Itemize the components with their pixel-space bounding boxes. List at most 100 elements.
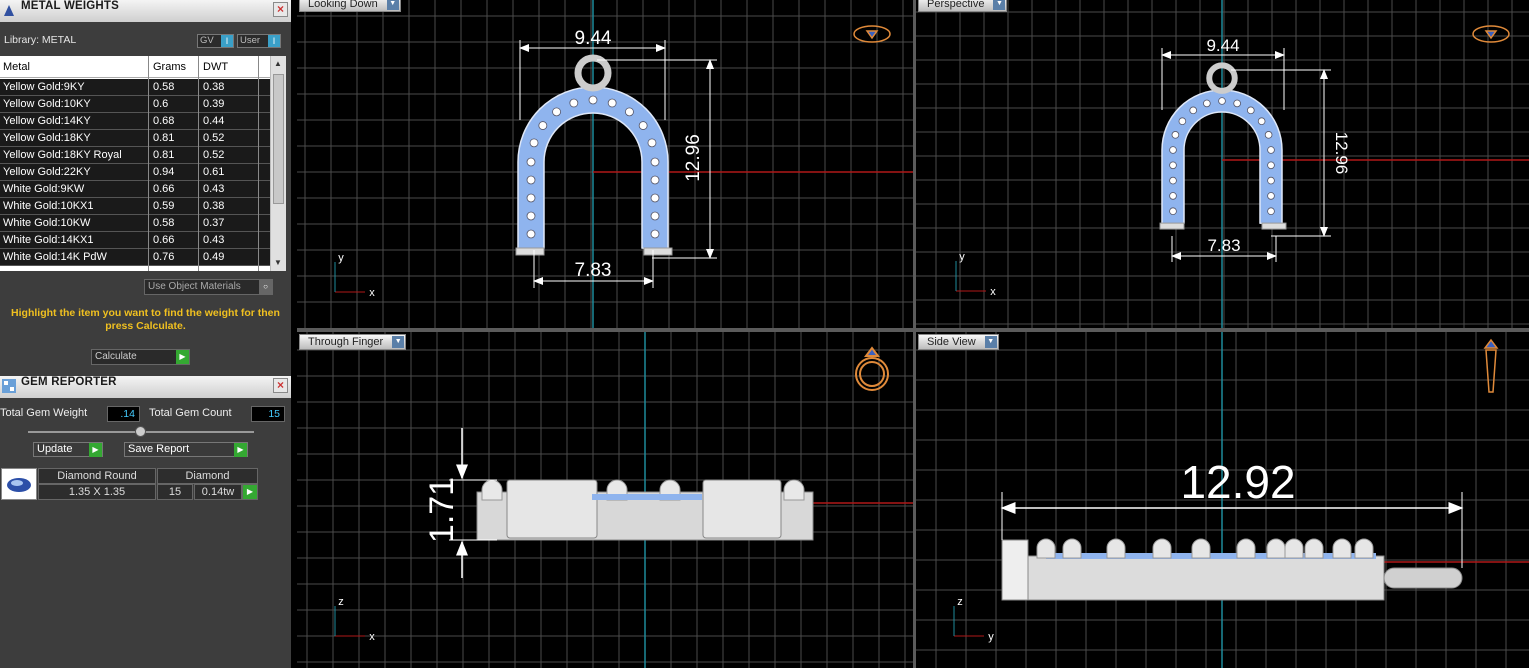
metal-cell-metal: Yellow Gold:9KY — [3, 81, 85, 93]
metal-row[interactable]: Yellow Gold:18KY 0.81 0.52 — [0, 130, 270, 147]
metal-cell-metal: White Gold:14KX1 — [3, 234, 94, 246]
gem-thumbnail[interactable] — [1, 468, 37, 500]
metal-cell-grams: 0.68 — [153, 115, 175, 127]
metal-weights-header: METAL WEIGHTS × — [0, 0, 291, 22]
metal-row[interactable]: Yellow Gold:10KY 0.6 0.39 — [0, 96, 270, 113]
calculate-label: Calculate — [95, 351, 137, 362]
scroll-up-icon[interactable]: ▲ — [274, 59, 282, 68]
dropdown-icon: ▼ — [993, 0, 1006, 10]
axis-label-x: x — [369, 631, 375, 643]
play-icon: ▶ — [89, 443, 102, 457]
col-grams[interactable]: Grams — [153, 61, 186, 73]
metal-row[interactable]: Yellow Gold:9KY 0.58 0.38 — [0, 79, 270, 96]
viewport-side-view[interactable]: 12.92 y z Side View ▼ — [916, 332, 1529, 668]
dimension-width-text: 9.44 — [1206, 36, 1239, 55]
viewport-label: Through Finger — [308, 336, 384, 348]
metal-row[interactable]: White Gold:14K PdW 0.76 0.49 — [0, 249, 270, 266]
gem-slider-handle[interactable] — [135, 426, 146, 437]
close-icon[interactable]: × — [273, 2, 288, 17]
viewport-menu-perspective[interactable]: Perspective ▼ — [918, 0, 1008, 12]
metal-cell-grams: 0.6 — [153, 98, 169, 110]
scroll-down-icon[interactable]: ▼ — [274, 258, 282, 267]
total-gem-count-label: Total Gem Count — [149, 407, 232, 419]
metal-cell-grams: 0.94 — [153, 166, 175, 178]
gem-reporter-icon — [2, 379, 16, 393]
update-button[interactable]: Update ▶ — [33, 442, 103, 457]
axis-label-x: x — [990, 286, 996, 298]
gv-label: GV — [200, 35, 214, 46]
dimension-thickness-text: 1.71 — [423, 477, 461, 543]
metal-row[interactable]: Yellow Gold:18KY Royal 0.81 0.52 — [0, 147, 270, 164]
total-gem-count-value: 15 — [251, 406, 285, 422]
metal-row[interactable]: Yellow Gold:22KY 0.94 0.61 — [0, 164, 270, 181]
user-toggle[interactable]: User I — [237, 34, 281, 48]
metal-cell-dwt: 0.38 — [203, 200, 225, 212]
metal-cell-metal: Yellow Gold:14KY — [3, 115, 91, 127]
ring-side-icon — [1483, 338, 1499, 393]
metal-table: Metal Grams DWT Yellow Gold:9KY 0.58 0.38 Y… — [0, 56, 286, 271]
metal-row[interactable]: White Gold:9KW 0.66 0.43 — [0, 181, 270, 198]
viewport-through-finger[interactable]: 1.71 x z Through Finger ▼ — [297, 332, 913, 668]
metal-cell-dwt: 0.43 — [203, 234, 225, 246]
metal-cell-metal: Yellow Gold:22KY — [3, 166, 91, 178]
play-icon: ▶ — [176, 350, 189, 364]
total-gem-weight-value: .14 — [107, 406, 140, 422]
axis-label-y: y — [988, 631, 994, 643]
viewport-label: Looking Down — [308, 0, 378, 10]
gem-reporter-title: GEM REPORTER — [21, 376, 117, 388]
metal-row[interactable]: Yellow Gold:14KY 0.68 0.44 — [0, 113, 270, 130]
metal-cell-dwt: 0.43 — [203, 183, 225, 195]
metal-row[interactable]: White Gold:10KX1 0.59 0.38 — [0, 198, 270, 215]
metal-cell-grams: 0.59 — [153, 200, 175, 212]
axis-label-z: z — [957, 596, 963, 608]
calculate-hint: Highlight the item you want to find the … — [11, 307, 280, 332]
metal-cell-dwt: 0.38 — [203, 81, 225, 93]
scroll-thumb[interactable] — [273, 74, 284, 204]
pendant-side-view — [1001, 538, 1463, 601]
viewport-menu-through-finger[interactable]: Through Finger ▼ — [299, 334, 407, 350]
ring-top-icon — [853, 25, 891, 43]
metal-cell-dwt: 0.39 — [203, 98, 225, 110]
gem-row-play-icon[interactable]: ▶ — [242, 484, 258, 500]
left-panel: METAL WEIGHTS × Library: METAL GV I User I… — [0, 0, 291, 668]
library-label: Library: METAL — [4, 34, 77, 46]
viewport-menu-side-view[interactable]: Side View ▼ — [918, 334, 999, 350]
metal-cell-metal: White Gold:10KX1 — [3, 200, 94, 212]
metal-row[interactable]: White Gold:14KX1 0.66 0.43 — [0, 232, 270, 249]
ring-front-icon — [855, 346, 889, 391]
metal-cell-metal: Yellow Gold:18KY Royal — [3, 149, 122, 161]
dimension-height-text: 12.96 — [683, 134, 704, 182]
update-label: Update — [37, 443, 73, 455]
gem-shape-header: Diamond Round — [38, 468, 156, 484]
metal-table-header: Metal Grams DWT — [0, 56, 270, 78]
viewport-divider-horizontal[interactable] — [297, 328, 1529, 332]
axis-label-x: x — [369, 287, 375, 299]
viewport-menu-looking-down[interactable]: Looking Down ▼ — [299, 0, 401, 12]
metal-cell-metal: Yellow Gold:18KY — [3, 132, 91, 144]
save-report-button[interactable]: Save Report ▶ — [124, 442, 248, 457]
viewport-divider-vertical[interactable] — [913, 0, 916, 668]
metal-cell-dwt: 0.44 — [203, 115, 225, 127]
close-icon[interactable]: × — [273, 378, 288, 393]
axis-label-z: z — [338, 596, 344, 608]
metal-cell-grams: 0.58 — [153, 217, 175, 229]
calculate-button[interactable]: Calculate ▶ — [91, 349, 190, 365]
metal-cell-grams: 0.66 — [153, 234, 175, 246]
viewport-perspective[interactable]: 9.44 12.96 7.83 x y Perspective ▼ — [916, 0, 1529, 328]
dimension-bottom-text: 7.83 — [575, 260, 612, 281]
gv-toggle[interactable]: GV I — [197, 34, 234, 48]
col-metal[interactable]: Metal — [3, 61, 30, 73]
viewport-looking-down[interactable]: 9.44 12.96 7.83 x y Looking Down ▼ — [297, 0, 913, 328]
metal-row[interactable]: White Gold:10KW 0.58 0.37 — [0, 215, 270, 232]
use-object-materials-toggle[interactable]: Use Object Materials ○ — [144, 279, 273, 295]
gem-size: 1.35 X 1.35 — [38, 484, 156, 500]
viewport-label: Side View — [927, 336, 976, 348]
dropdown-icon: ▼ — [392, 336, 405, 348]
diamond-icon — [7, 478, 31, 492]
col-dwt[interactable]: DWT — [203, 61, 228, 73]
viewport-label: Perspective — [927, 0, 985, 10]
dimension-bottom-text: 7.83 — [1207, 236, 1240, 255]
metal-table-scrollbar[interactable]: ▲ ▼ — [270, 56, 286, 271]
user-label: User — [240, 35, 261, 46]
dimension-height-text: 12.96 — [1332, 132, 1351, 175]
